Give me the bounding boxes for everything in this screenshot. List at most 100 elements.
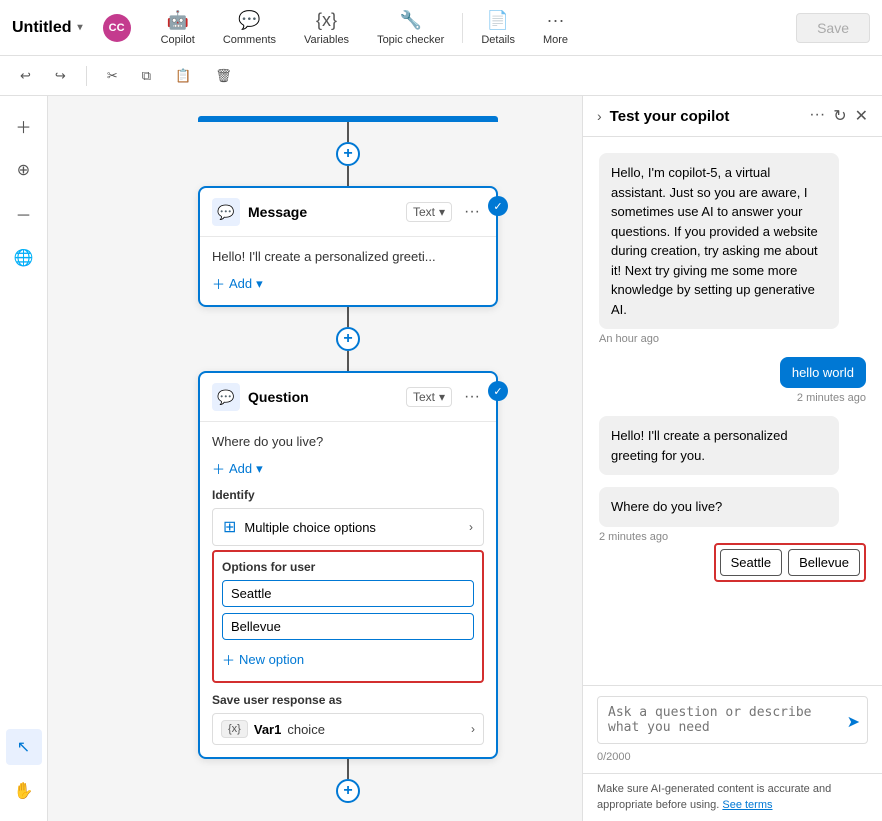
new-option-icon: ＋ (222, 650, 235, 669)
option-seattle-input[interactable] (231, 586, 465, 601)
save-response-row[interactable]: {x} Var1 choice › (212, 713, 484, 745)
chat-time-3: 2 minutes ago (599, 531, 866, 543)
message-card-body: Hello! I'll create a personalized greeti… (200, 237, 496, 305)
question-text: Where do you live? (212, 434, 484, 449)
chat-options-wrap: Seattle Bellevue (599, 543, 866, 582)
variables-icon: {x} (316, 10, 337, 31)
chat-input-area: ➤ 0/2000 (583, 685, 882, 773)
zoom-in-icon[interactable]: ＋ (6, 108, 42, 144)
add-node-2[interactable]: + (336, 327, 360, 351)
chat-bot-msg-1: Hello, I'm copilot-5, a virtual assistan… (599, 153, 839, 329)
option-bellevue-input[interactable] (231, 619, 465, 634)
save-button[interactable]: Save (796, 13, 870, 43)
main-toolbar: Untitled ▾ CC 🤖 Copilot 💬 Comments {x} V… (0, 0, 882, 56)
chat-option-bellevue[interactable]: Bellevue (788, 549, 860, 576)
hand-icon[interactable]: ✋ (6, 773, 42, 809)
right-panel-header: › Test your copilot ··· ↻ ✕ (583, 96, 882, 137)
connector-line-2 (347, 166, 349, 186)
chat-option-seattle[interactable]: Seattle (720, 549, 782, 576)
variables-label: Variables (304, 34, 349, 46)
message-card-text: Hello! I'll create a personalized greeti… (212, 249, 484, 264)
message-type-badge[interactable]: Text ▾ (406, 202, 452, 222)
new-option-label: New option (239, 652, 304, 667)
copilot-label: Copilot (161, 34, 195, 46)
save-response-arrow: › (471, 722, 475, 736)
connector-line-5 (347, 759, 349, 779)
globe-icon[interactable]: 🌐 (6, 240, 42, 276)
toolbar-comments[interactable]: 💬 Comments (209, 4, 290, 52)
message-card: 💬 Message Text ▾ ··· Hello! I'll create … (198, 186, 498, 307)
question-type-label: Text (413, 390, 435, 404)
rp-close-icon[interactable]: ✕ (855, 106, 868, 126)
identify-label: Identify (212, 488, 484, 502)
main-area: ＋ ⊕ － 🌐 ↖ ✋ + 💬 Message Text ▾ (0, 96, 882, 821)
toolbar-topic-checker[interactable]: 🔧 Topic checker (363, 4, 458, 52)
delete-button[interactable]: 🗑 (207, 64, 240, 88)
message-add-link[interactable]: ＋ Add ▾ (212, 274, 484, 293)
chat-user-msg: hello world (780, 357, 866, 388)
message-card-more[interactable]: ··· (460, 203, 484, 221)
edit-toolbar: ↩ ↪ ✂ ⧉ 📋 🗑 (0, 56, 882, 96)
send-icon: ➤ (847, 714, 860, 731)
chat-options-border: Seattle Bellevue (714, 543, 866, 582)
toolbar-details[interactable]: 📄 Details (467, 4, 529, 52)
message-card-title: Message (248, 204, 398, 220)
rp-collapse-arrow[interactable]: › (597, 108, 602, 124)
zoom-out-icon[interactable]: － (6, 196, 42, 232)
chat-input[interactable] (597, 696, 868, 744)
target-icon[interactable]: ⊕ (6, 152, 42, 188)
chat-send-button[interactable]: ➤ (847, 712, 860, 732)
redo-button[interactable]: ↪ (47, 64, 74, 88)
options-section: Options for user ＋ New option (212, 550, 484, 683)
rp-title: Test your copilot (610, 108, 802, 125)
chat-user-time: 2 minutes ago (797, 392, 866, 404)
question-add-chevron: ▾ (256, 461, 263, 477)
paste-button[interactable]: 📋 (167, 64, 199, 88)
rp-refresh-icon[interactable]: ↻ (833, 106, 846, 126)
connector-line-3 (347, 307, 349, 327)
toolbar-copilot[interactable]: 🤖 Copilot (147, 4, 209, 52)
message-type-label: Text (413, 205, 435, 219)
see-terms-link[interactable]: See terms (722, 799, 772, 811)
cut-button[interactable]: ✂ (99, 64, 126, 88)
identify-row[interactable]: ⊞ Multiple choice options › (212, 508, 484, 546)
chat-bot-msg-3: Where do you live? (599, 487, 839, 527)
app-title-group[interactable]: Untitled ▾ (12, 19, 83, 37)
app-title: Untitled (12, 19, 72, 37)
question-card-more[interactable]: ··· (460, 388, 484, 406)
chat-message-3-wrap: Where do you live? 2 minutes ago Seattle… (599, 487, 866, 582)
question-add-icon: ＋ (212, 459, 225, 478)
option-input-seattle[interactable] (222, 580, 474, 607)
question-add-link[interactable]: ＋ Add ▾ (212, 459, 484, 478)
add-node-3[interactable]: + (336, 779, 360, 803)
message-add-icon: ＋ (212, 274, 225, 293)
cursor-icon[interactable]: ↖ (6, 729, 42, 765)
rp-more-icon[interactable]: ··· (809, 106, 825, 126)
connector-line-4 (347, 351, 349, 371)
copy-button[interactable]: ⧉ (134, 64, 159, 88)
add-node-1[interactable]: + (336, 142, 360, 166)
question-card-icon: 💬 (212, 383, 240, 411)
details-label: Details (481, 34, 515, 46)
var-choice: choice (287, 722, 325, 737)
left-sidebar: ＋ ⊕ － 🌐 ↖ ✋ (0, 96, 48, 821)
undo-button[interactable]: ↩ (12, 64, 39, 88)
details-icon: 📄 (487, 10, 509, 31)
new-option-link[interactable]: ＋ New option (222, 646, 474, 673)
paste-icon: 📋 (175, 68, 191, 84)
question-add-label: Add (229, 461, 252, 476)
undo-icon: ↩ (20, 68, 31, 84)
title-dropdown-arrow[interactable]: ▾ (78, 22, 83, 33)
message-card-header: 💬 Message Text ▾ ··· (200, 188, 496, 237)
message-add-chevron: ▾ (256, 276, 263, 292)
disclaimer-text: Make sure AI-generated content is accura… (597, 783, 831, 810)
message-add-label: Add (229, 276, 252, 291)
var-badge: {x} (221, 720, 248, 738)
toolbar-divider (462, 13, 463, 43)
grid-icon: ⊞ (223, 517, 236, 537)
toolbar-variables[interactable]: {x} Variables (290, 4, 363, 52)
connector-line-1 (347, 122, 349, 142)
option-input-bellevue[interactable] (222, 613, 474, 640)
question-type-badge[interactable]: Text ▾ (406, 387, 452, 407)
toolbar-more[interactable]: ··· More (529, 4, 582, 52)
